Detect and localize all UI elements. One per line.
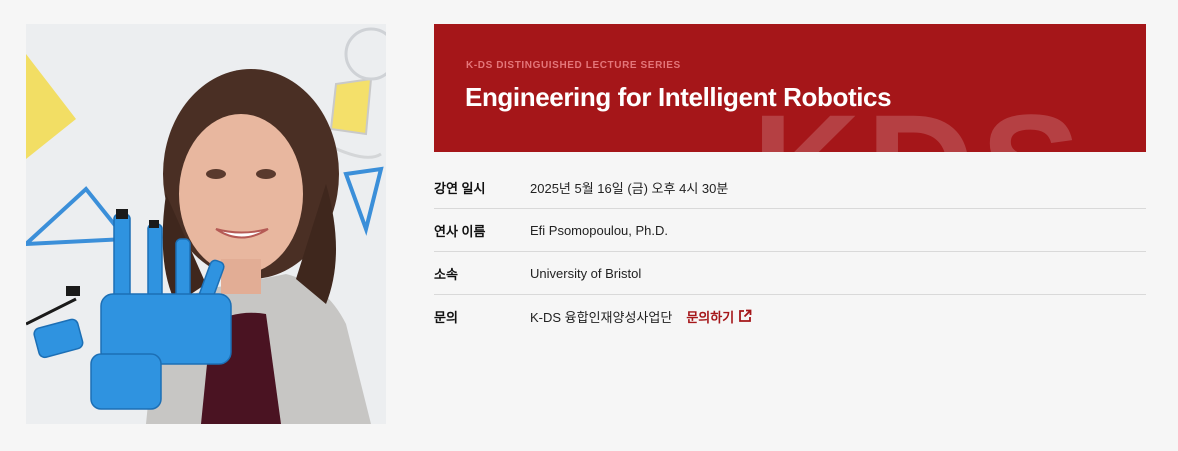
info-row-contact: 문의 K-DS 융합인재양성사업단 문의하기	[434, 295, 1146, 337]
info-label: 소속	[434, 266, 458, 282]
info-label: 강연 일시	[434, 180, 486, 196]
info-row-datetime: 강연 일시 2025년 5월 16일 (금) 오후 4시 30분	[434, 166, 1146, 209]
contact-link[interactable]: 문의하기	[686, 307, 752, 326]
lecture-title: Engineering for Intelligent Robotics	[465, 82, 892, 112]
info-value: Efi Psomopoulou, Ph.D.	[530, 222, 669, 238]
lecture-info-table: 강연 일시 2025년 5월 16일 (금) 오후 4시 30분 연사 이름 E…	[434, 166, 1146, 337]
contact-link-label: 문의하기	[686, 309, 735, 325]
external-link-icon	[739, 309, 752, 322]
speaker-photo	[26, 24, 386, 424]
contact-org: K-DS 융합인재양성사업단	[530, 309, 673, 325]
series-label: K-DS DISTINGUISHED LECTURE SERIES	[466, 60, 681, 71]
info-row-speaker: 연사 이름 Efi Psomopoulou, Ph.D.	[434, 209, 1146, 252]
info-row-affiliation: 소속 University of Bristol	[434, 252, 1146, 295]
info-label: 문의	[434, 309, 458, 325]
info-value: 2025년 5월 16일 (금) 오후 4시 30분	[530, 180, 729, 196]
info-value-wrap: K-DS 융합인재양성사업단 문의하기	[530, 307, 752, 326]
info-label: 연사 이름	[434, 223, 486, 239]
lecture-banner: KDS K-DS DISTINGUISHED LECTURE SERIES En…	[434, 24, 1146, 152]
info-value: University of Bristol	[530, 265, 642, 281]
